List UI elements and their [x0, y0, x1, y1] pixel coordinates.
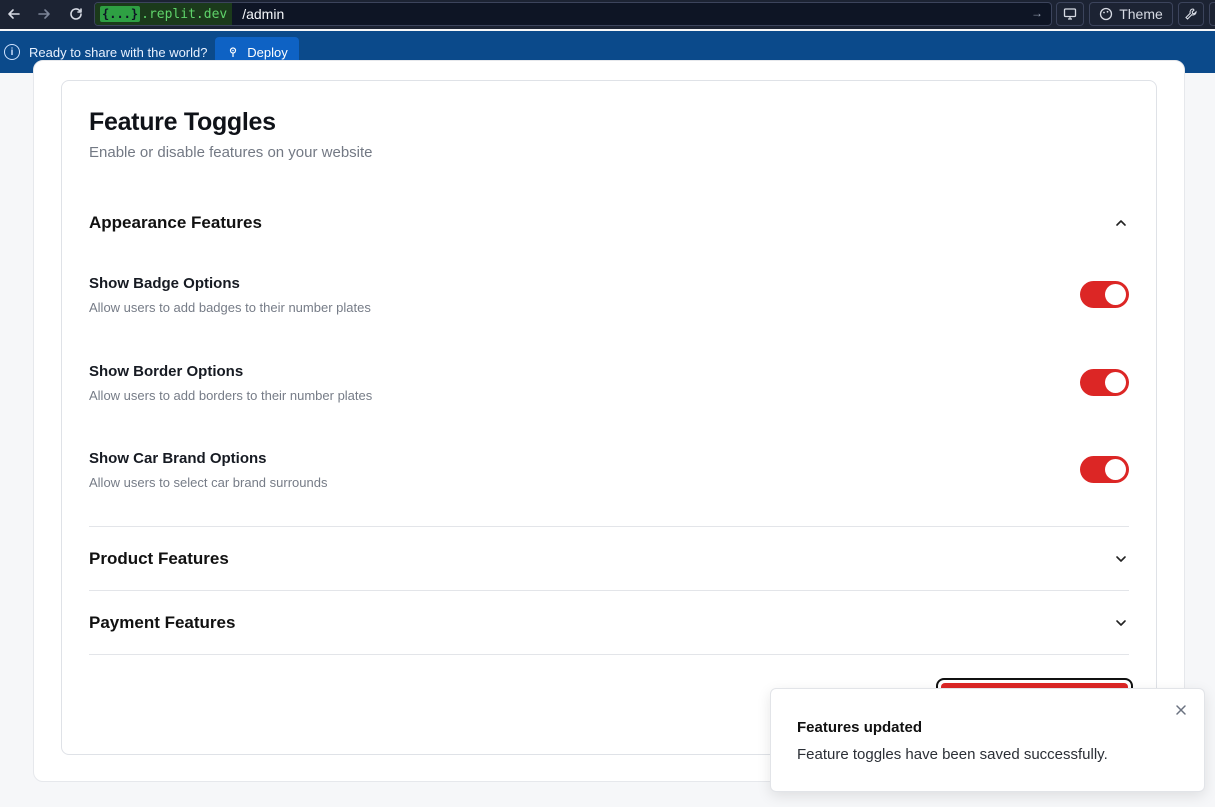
- section-title: Product Features: [89, 549, 229, 568]
- banner-text: Ready to share with the world?: [29, 44, 208, 60]
- overflow-button[interactable]: [1209, 2, 1215, 26]
- back-button[interactable]: [2, 2, 26, 26]
- url-domain: {...} .replit.dev: [95, 3, 233, 25]
- page-subtitle: Enable or disable features on your websi…: [89, 144, 373, 161]
- divider: [89, 654, 1129, 655]
- feature-name: Show Border Options: [89, 363, 244, 380]
- border-options-toggle[interactable]: [1080, 369, 1129, 396]
- deploy-icon: [230, 47, 237, 57]
- toast-notification: Features updated Feature toggles have be…: [770, 688, 1205, 792]
- theme-button[interactable]: Theme: [1089, 2, 1173, 26]
- feature-row-car-brand: Show Car Brand Options Allow users to se…: [89, 450, 1129, 500]
- toast-description: Feature toggles have been saved successf…: [797, 746, 1108, 763]
- feature-description: Allow users to add borders to their numb…: [89, 388, 373, 403]
- feature-row-border: Show Border Options Allow users to add b…: [89, 363, 1129, 413]
- toggle-knob: [1105, 372, 1126, 393]
- car-brand-options-toggle[interactable]: [1080, 456, 1129, 483]
- section-product-header[interactable]: Product Features: [89, 544, 1129, 574]
- feature-row-badge: Show Badge Options Allow users to add ba…: [89, 275, 1129, 325]
- url-domain-rest: .replit.dev: [141, 6, 228, 22]
- feature-name: Show Badge Options: [89, 275, 240, 292]
- section-appearance-header[interactable]: Appearance Features: [89, 208, 1129, 238]
- feature-name: Show Car Brand Options: [89, 450, 267, 467]
- info-icon: i: [4, 44, 20, 60]
- arrow-left-icon: [8, 9, 20, 19]
- feature-description: Allow users to select car brand surround…: [89, 475, 328, 490]
- url-domain-brace: {...}: [100, 6, 141, 22]
- theme-label: Theme: [1119, 6, 1163, 22]
- toast-title: Features updated: [797, 719, 923, 736]
- divider: [89, 526, 1129, 527]
- section-title: Appearance Features: [89, 213, 262, 232]
- page-title: Feature Toggles: [89, 108, 276, 136]
- reload-button[interactable]: [64, 2, 88, 26]
- tools-button[interactable]: [1178, 2, 1204, 26]
- devices-button[interactable]: [1056, 2, 1084, 26]
- url-bar[interactable]: {...} .replit.dev /admin →: [94, 2, 1052, 26]
- section-payment-header[interactable]: Payment Features: [89, 608, 1129, 638]
- reload-icon: [70, 8, 82, 20]
- browser-toolbar: {...} .replit.dev /admin → Theme: [0, 0, 1215, 29]
- chevron-down-icon: [1116, 620, 1126, 626]
- deploy-label: Deploy: [247, 44, 288, 60]
- monitor-icon: [1063, 8, 1077, 20]
- feature-description: Allow users to add badges to their numbe…: [89, 300, 371, 315]
- badge-options-toggle[interactable]: [1080, 281, 1129, 308]
- chevron-up-icon: [1116, 220, 1126, 226]
- palette-icon: [1100, 7, 1113, 21]
- divider: [89, 590, 1129, 591]
- toggle-knob: [1105, 459, 1126, 480]
- wrench-icon: [1185, 8, 1197, 20]
- forward-button[interactable]: [32, 2, 56, 26]
- url-go-icon[interactable]: →: [1031, 6, 1043, 20]
- section-title: Payment Features: [89, 613, 236, 632]
- chevron-down-icon: [1116, 556, 1126, 562]
- toggle-knob: [1105, 284, 1126, 305]
- url-path: /admin: [242, 6, 285, 22]
- close-icon[interactable]: [1174, 703, 1188, 717]
- arrow-right-icon: [38, 9, 50, 19]
